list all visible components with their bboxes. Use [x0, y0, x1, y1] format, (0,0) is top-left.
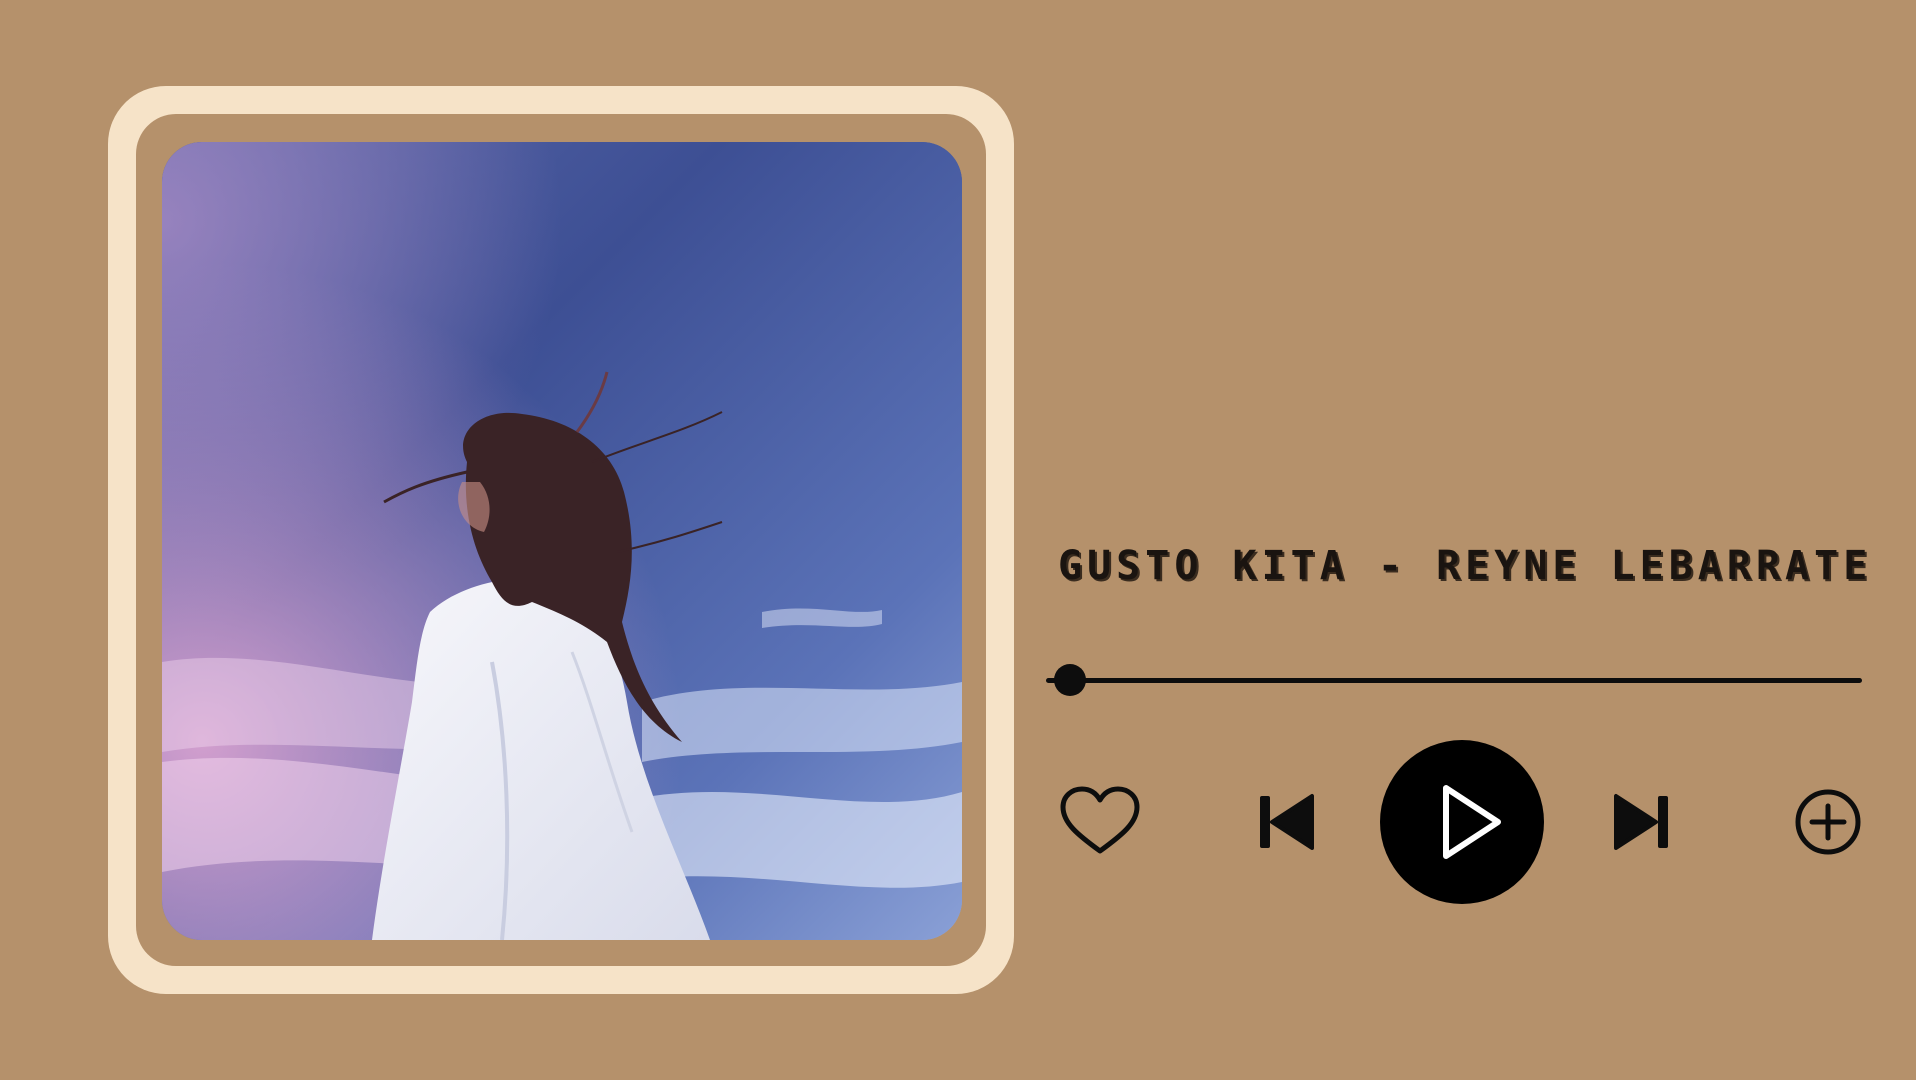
next-button[interactable] [1614, 792, 1670, 852]
progress-track[interactable] [1046, 678, 1862, 683]
like-button[interactable] [1058, 785, 1142, 857]
skip-next-icon [1614, 794, 1668, 850]
heart-outline-icon [1060, 786, 1140, 854]
progress-bar[interactable] [1046, 664, 1862, 696]
album-artwork [162, 142, 962, 940]
track-title: GUSTO KITA - REYNE LEBARRATE [1058, 543, 1873, 589]
skip-previous-icon [1260, 794, 1314, 850]
play-icon [1443, 785, 1501, 859]
add-to-playlist-button[interactable] [1794, 788, 1862, 856]
previous-button[interactable] [1258, 792, 1314, 852]
plus-circle-icon [1795, 789, 1861, 855]
progress-knob[interactable] [1054, 664, 1087, 696]
play-button[interactable] [1380, 740, 1544, 904]
